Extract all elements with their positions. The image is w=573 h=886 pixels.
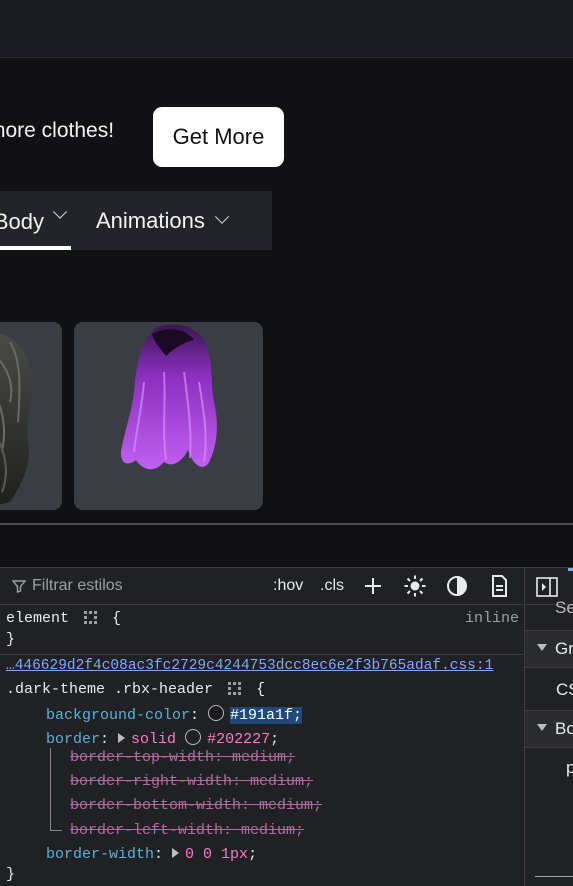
category-tabs: Body Animations xyxy=(0,191,272,250)
sub-property-name: border-left-width xyxy=(70,822,224,839)
border-declaration[interactable]: border: solid #202227; xyxy=(46,729,279,748)
tree-line xyxy=(50,748,51,830)
color-swatch-icon[interactable] xyxy=(208,705,225,721)
border-property: border xyxy=(46,731,101,748)
border-top-width-declaration[interactable]: border-top-width: medium; xyxy=(70,749,295,766)
border-right-width-declaration[interactable]: border-right-width: medium; xyxy=(70,773,313,790)
sub-property-value: medium xyxy=(250,773,305,790)
border-bottom-width-declaration[interactable]: border-bottom-width: medium; xyxy=(70,797,322,814)
border-width-declaration[interactable]: border-width: 0 0 1px; xyxy=(46,846,257,863)
background-color-declaration[interactable]: background-color: #191a1f; xyxy=(46,705,303,724)
expand-triangle-icon[interactable] xyxy=(118,733,126,743)
side-section-grid[interactable]: Gr xyxy=(525,630,573,668)
semicolon: ; xyxy=(270,731,280,748)
side-row-p: p xyxy=(525,758,573,778)
background-color-value[interactable]: #191a1f; xyxy=(230,707,303,724)
border-style-value[interactable]: solid xyxy=(131,731,176,748)
rule-open-brace: { xyxy=(256,681,266,698)
color-swatch-icon[interactable] xyxy=(185,729,202,745)
side-row-1: Se xyxy=(555,598,573,617)
background-color-property: background-color xyxy=(46,707,191,724)
side-panel: Se Gr CS Bo p xyxy=(524,568,573,886)
promo-text: more clothes! xyxy=(0,119,115,142)
element-close-brace: } xyxy=(6,631,16,648)
element-selector: element xyxy=(6,610,70,627)
border-width-value[interactable]: 0 0 1px xyxy=(185,846,248,863)
sub-property-name: border-top-width xyxy=(70,749,215,766)
grid-icon xyxy=(84,611,98,624)
collapse-triangle-icon xyxy=(537,724,547,731)
filter-placeholder: Filtrar estilos xyxy=(32,577,123,594)
inline-label: inline xyxy=(465,610,520,627)
border-width-property: border-width xyxy=(46,846,155,863)
active-tab-underline xyxy=(0,246,71,250)
side-section-border[interactable]: Bo xyxy=(525,710,573,748)
dock-side-icon[interactable] xyxy=(536,577,558,597)
tab-body-label: Body xyxy=(0,209,44,234)
tree-branch xyxy=(50,830,62,831)
element-open-brace: { xyxy=(112,610,122,627)
expand-triangle-icon[interactable] xyxy=(172,848,180,858)
side-section-label: Gr xyxy=(555,639,573,658)
styles-toolbar: Filtrar estilos :hov .cls xyxy=(0,568,523,605)
element-style-rule[interactable]: element { xyxy=(6,610,121,627)
sub-property-name: border-bottom-width xyxy=(70,797,242,814)
avatar-editor-page: more clothes! Get More Body Animations xyxy=(0,0,573,523)
add-rule-icon[interactable] xyxy=(361,574,385,598)
filter-icon xyxy=(12,580,26,593)
chevron-down-icon xyxy=(214,209,229,224)
side-section-label: Bo xyxy=(555,719,573,738)
collapse-triangle-icon xyxy=(537,644,547,651)
item-card-purple-hair[interactable] xyxy=(74,322,263,510)
tab-animations[interactable]: Animations xyxy=(96,191,266,250)
sub-property-value: medium xyxy=(232,749,287,766)
styles-pane: Filtrar estilos :hov .cls element { inli… xyxy=(0,568,523,886)
border-left-width-declaration[interactable]: border-left-width: medium; xyxy=(70,822,304,839)
filter-styles-input[interactable]: Filtrar estilos xyxy=(12,577,123,595)
side-underline xyxy=(535,876,573,877)
rule-divider xyxy=(0,654,523,655)
border-color-value[interactable]: #202227 xyxy=(207,731,270,748)
purple-hair-image xyxy=(120,324,217,470)
rule-selector-text: .dark-theme .rbx-header xyxy=(6,681,214,698)
light-theme-icon[interactable] xyxy=(403,574,427,598)
color-scheme-icon[interactable] xyxy=(445,574,469,598)
devtools-panel: Filtrar estilos :hov .cls element { inli… xyxy=(0,567,573,886)
grid-icon xyxy=(228,682,242,695)
devtools-gap xyxy=(0,525,573,567)
stylesheet-source-link[interactable]: …446629d2f4c08ac3fc2729c4244753dcc8ec6e2… xyxy=(6,658,493,674)
rule-close-brace: } xyxy=(6,866,16,883)
tab-animations-label: Animations xyxy=(96,207,205,233)
sub-property-name: border-right-width xyxy=(70,773,233,790)
item-card-dark-hair[interactable] xyxy=(0,322,62,510)
active-indicator xyxy=(568,568,573,571)
side-row-css: CS xyxy=(556,680,573,699)
sub-property-value: medium xyxy=(259,797,314,814)
header-rule-selector[interactable]: .dark-theme .rbx-header { xyxy=(6,681,265,698)
dark-hair-image xyxy=(0,333,32,505)
hov-toggle[interactable]: :hov xyxy=(273,577,303,595)
computed-styles-icon[interactable] xyxy=(487,574,511,598)
chevron-down-icon xyxy=(52,204,68,219)
sub-property-value: medium xyxy=(241,822,296,839)
get-more-button[interactable]: Get More xyxy=(153,107,284,167)
cls-toggle[interactable]: .cls xyxy=(320,577,344,595)
tab-body[interactable]: Body xyxy=(0,191,71,250)
